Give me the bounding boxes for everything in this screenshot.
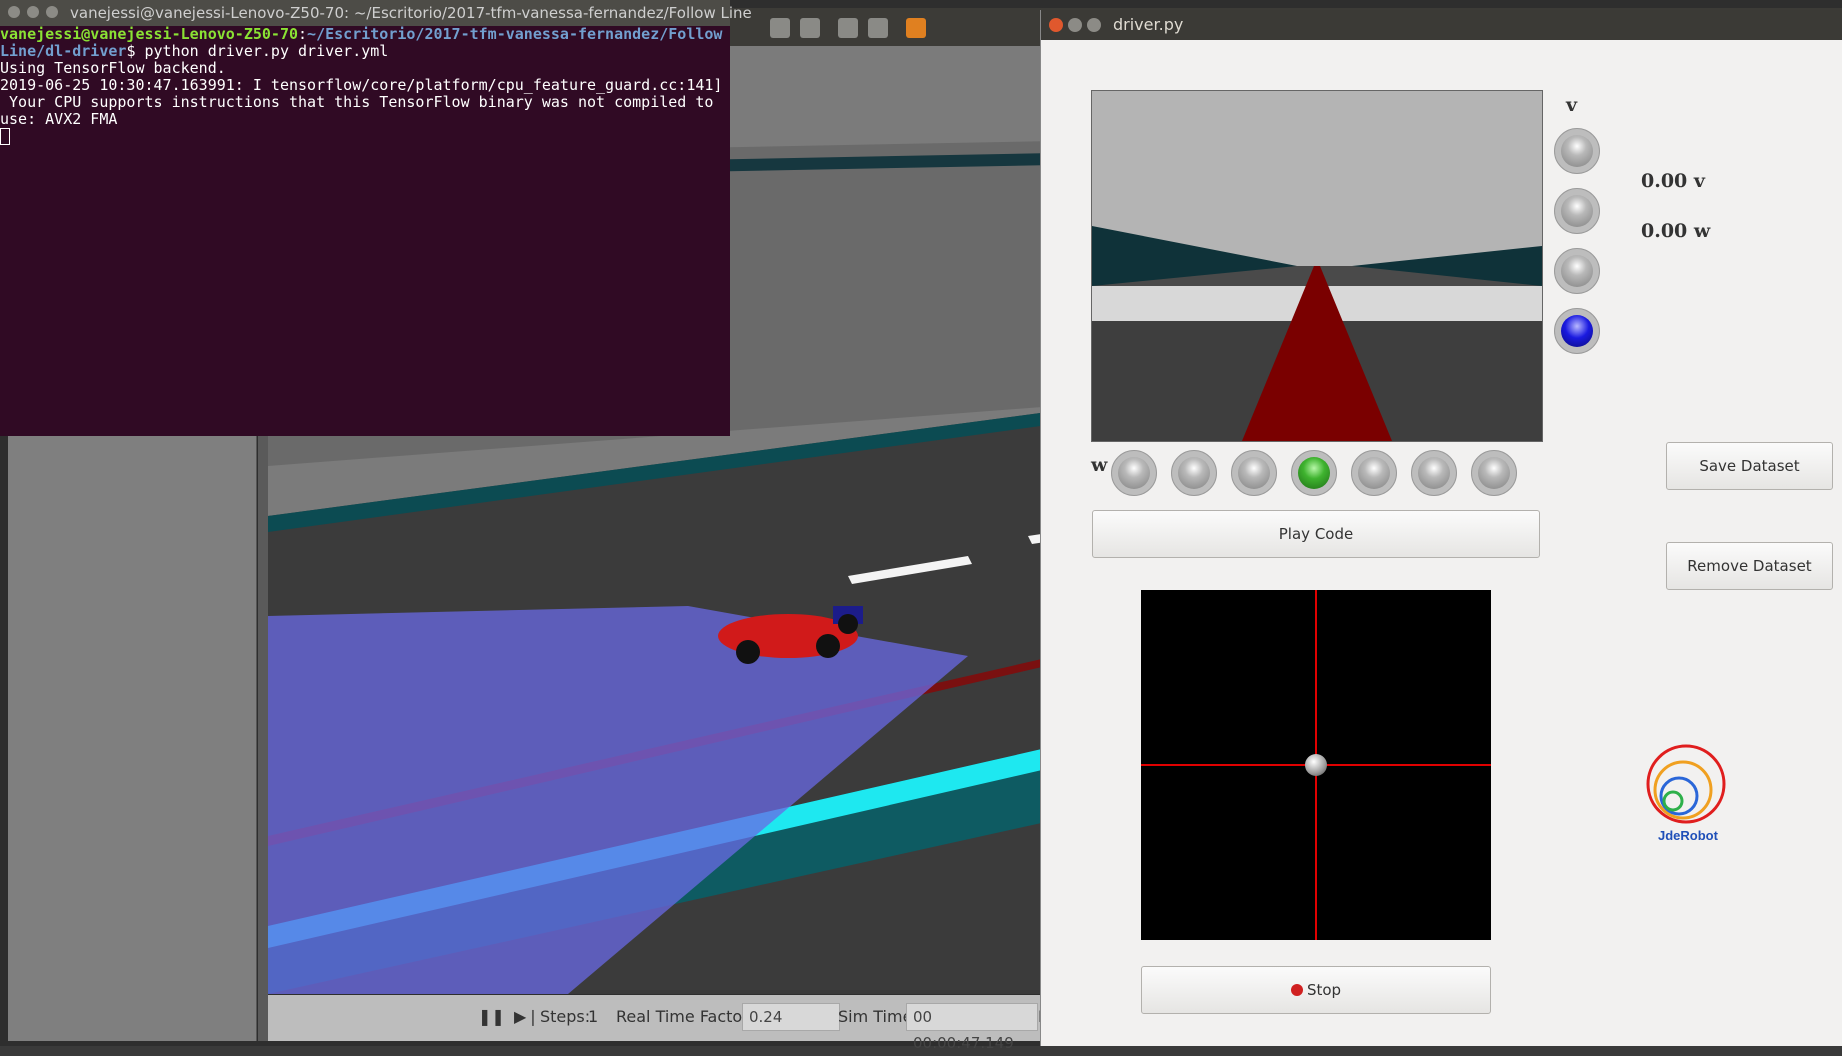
play-code-button[interactable]: Play Code	[1092, 510, 1540, 558]
terminal-title: vanejessi@vanejessi-Lenovo-Z50-70: ~/Esc…	[70, 4, 752, 22]
camera-view	[1092, 91, 1542, 441]
real-time-factor-field: 0.24	[742, 1003, 840, 1031]
paste-icon[interactable]	[800, 18, 820, 38]
w-lamp	[1411, 450, 1457, 496]
prompt-path-cont: Line/dl-driver	[0, 42, 127, 60]
maximize-icon[interactable]	[46, 6, 58, 18]
w-axis-label: w	[1091, 454, 1108, 476]
terminal-titlebar[interactable]: vanejessi@vanejessi-Lenovo-Z50-70: ~/Esc…	[0, 0, 752, 26]
stop-label: Stop	[1306, 981, 1342, 999]
command-text: $ python driver.py driver.yml	[126, 42, 389, 60]
output-line: Your CPU supports instructions that this…	[0, 93, 714, 111]
shapes-icon[interactable]	[906, 18, 926, 38]
window-title: driver.py	[1113, 15, 1184, 34]
minimize-icon[interactable]	[1068, 18, 1082, 32]
maximize-icon[interactable]	[1087, 18, 1101, 32]
driver-window: driver.py v 0.00 v 0.00 w w Save Dataset…	[1040, 10, 1842, 1046]
minimize-icon[interactable]	[27, 6, 39, 18]
jderobot-logo-icon	[1646, 744, 1726, 824]
w-lamp	[1171, 450, 1217, 496]
w-lamp	[1231, 450, 1277, 496]
output-line: use: AVX2 FMA	[0, 110, 118, 128]
close-icon[interactable]	[1049, 18, 1063, 32]
step-icon[interactable]: ▶❘	[514, 1007, 540, 1026]
prompt-path: ~/Escritorio/2017-tfm-vanessa-fernandez/…	[307, 25, 723, 43]
save-dataset-button[interactable]: Save Dataset	[1666, 442, 1833, 490]
terminal-output[interactable]: vanejessi@vanejessi-Lenovo-Z50-70:~/Escr…	[0, 26, 726, 434]
teleoperator-joystick[interactable]	[1141, 590, 1491, 940]
v-axis-label: v	[1566, 94, 1578, 116]
prompt-user: vanejessi@vanejessi-Lenovo-Z50-70	[0, 25, 299, 43]
steps-value[interactable]: 1	[588, 1007, 598, 1026]
terminal-cursor	[0, 128, 10, 145]
v-lamp	[1554, 248, 1600, 294]
stop-icon	[1290, 984, 1303, 996]
terminal-window[interactable]: vanejessi@vanejessi-Lenovo-Z50-70: ~/Esc…	[0, 0, 752, 436]
v-value: 0.00 v	[1641, 170, 1705, 192]
jderobot-logo-text: JdeRobot	[1658, 828, 1718, 843]
v-lamp-active	[1554, 308, 1600, 354]
w-lamp-active	[1291, 450, 1337, 496]
align-icon[interactable]	[838, 18, 858, 38]
camera-image	[1091, 90, 1543, 442]
real-time-factor-label: Real Time Factor:	[616, 1007, 754, 1026]
jderobot-logo: JdeRobot	[1643, 740, 1733, 850]
output-line: Using TensorFlow backend.	[0, 59, 226, 77]
w-lamp	[1471, 450, 1517, 496]
magnet-icon[interactable]	[868, 18, 888, 38]
w-lamp	[1111, 450, 1157, 496]
w-lamp	[1351, 450, 1397, 496]
driver-titlebar[interactable]: driver.py	[1041, 10, 1842, 40]
output-line: 2019-06-25 10:30:47.163991: I tensorflow…	[0, 76, 723, 94]
remove-dataset-button[interactable]: Remove Dataset	[1666, 542, 1833, 590]
w-value: 0.00 w	[1641, 220, 1711, 242]
copy-icon[interactable]	[770, 18, 790, 38]
v-lamp	[1554, 128, 1600, 174]
stop-button[interactable]: Stop	[1141, 966, 1491, 1014]
v-lamp	[1554, 188, 1600, 234]
steps-label: Steps:	[540, 1007, 591, 1026]
close-icon[interactable]	[8, 6, 20, 18]
sim-time-field: 00 00:00:47.149	[906, 1003, 1038, 1052]
joystick-ball[interactable]	[1305, 754, 1327, 776]
pause-icon[interactable]: ❚❚	[478, 1007, 505, 1026]
